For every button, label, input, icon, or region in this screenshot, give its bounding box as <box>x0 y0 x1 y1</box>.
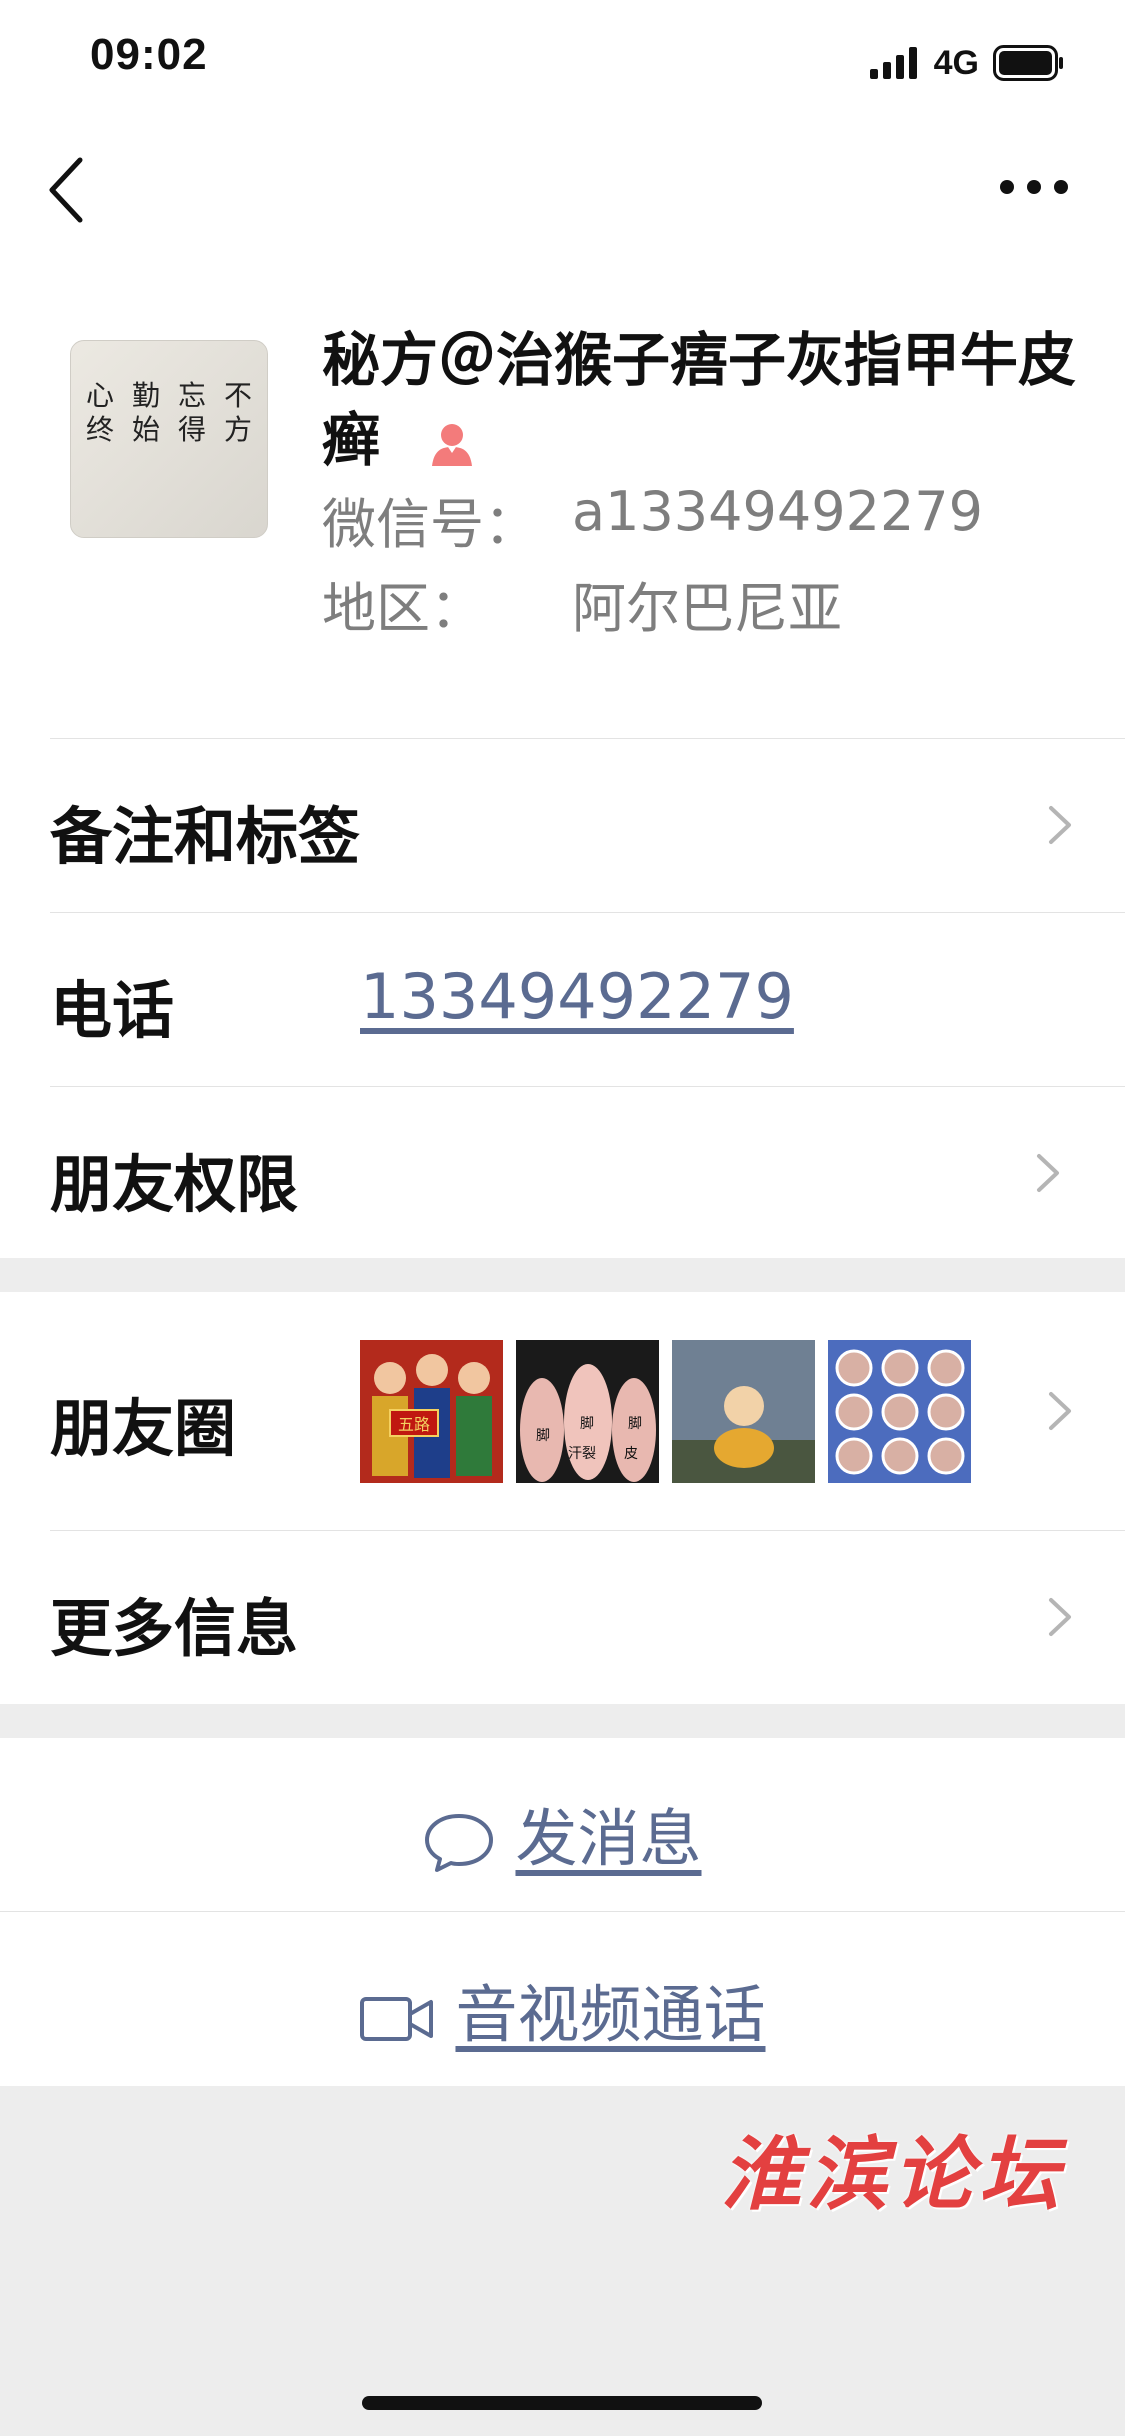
avatar-col: 忘得 <box>178 379 206 447</box>
send-message-content: 发消息 <box>0 1788 1125 1878</box>
avatar-glyph: 得 <box>177 413 206 446</box>
chat-bubble-icon <box>425 1813 494 1872</box>
avatar-glyph: 方 <box>223 413 252 446</box>
avatar-col: 不方 <box>224 379 252 447</box>
forum-watermark: 淮滨论坛 <box>721 2127 1065 2221</box>
moments-thumbnail <box>672 1340 815 1483</box>
video-call-label: 音视频通话 <box>455 1978 766 2051</box>
phone-number-link[interactable]: 13349492279 <box>360 960 794 1033</box>
avatar-glyph: 终 <box>85 413 114 446</box>
moments-thumbnail <box>828 1340 971 1483</box>
network-type: 4G <box>933 43 979 82</box>
phone-row: 电话 13349492279 <box>0 914 1125 1086</box>
more-info-label: 更多信息 <box>50 1592 299 1665</box>
skin-samples-image <box>828 1340 971 1483</box>
divider <box>50 738 1125 739</box>
region-value: 阿尔巴尼亚 <box>572 577 842 640</box>
avatar-glyph: 不 <box>223 379 252 412</box>
avatar-col: 心终 <box>86 379 114 447</box>
status-bar: 09:02 4G <box>0 0 1125 120</box>
remarks-tags-label: 备注和标签 <box>50 800 361 873</box>
status-time: 09:02 <box>90 30 208 79</box>
svg-text:脚: 脚 <box>628 1416 642 1432</box>
divider <box>50 1530 1125 1531</box>
monk-figure-image <box>672 1340 815 1483</box>
avatar-glyph: 始 <box>131 413 160 446</box>
home-indicator[interactable] <box>362 2396 762 2410</box>
status-indicators: 4G <box>869 38 1065 88</box>
friend-permissions-label: 朋友权限 <box>50 1148 299 1221</box>
phone-label: 电话 <box>50 974 175 1047</box>
more-options-icon[interactable] <box>999 175 1069 199</box>
divider <box>0 1911 1125 1912</box>
chevron-right-icon <box>1049 1392 1071 1430</box>
feet-image: 脚 脚 脚 汗裂 皮 <box>516 1340 659 1483</box>
profile-header: 心终 勤始 忘得 不方 秘方＠治猴子痦子灰指甲牛皮癣 微信号： a1334949… <box>0 300 1125 660</box>
moments-thumbnail: 脚 脚 脚 汗裂 皮 <box>516 1340 659 1483</box>
region-row: 地区： 阿尔巴尼亚 <box>322 564 842 643</box>
svg-text:汗裂: 汗裂 <box>568 1446 596 1462</box>
chevron-right-icon <box>1049 806 1071 844</box>
avatar-glyph: 忘 <box>177 379 206 412</box>
back-arrow-icon[interactable] <box>42 150 102 230</box>
wealth-gods-image: 五路 <box>360 1340 503 1483</box>
moments-label: 朋友圈 <box>50 1392 237 1465</box>
avatar-calligraphy: 心终 勤始 忘得 不方 <box>77 379 261 447</box>
send-message-label: 发消息 <box>515 1802 702 1875</box>
profile-name: 秘方＠治猴子痦子灰指甲牛皮癣 <box>322 320 1082 480</box>
nav-bar <box>0 120 1125 250</box>
friend-permissions-row[interactable]: 朋友权限 <box>0 1088 1125 1260</box>
moments-thumbnail: 五路 <box>360 1340 503 1483</box>
video-camera-icon <box>360 1996 434 2041</box>
chevron-right-icon <box>1049 1598 1071 1636</box>
svg-text:脚: 脚 <box>580 1416 594 1432</box>
wechat-id-row: 微信号： a13349492279 <box>322 480 983 559</box>
wechat-id-label: 微信号： <box>322 493 538 556</box>
region-label: 地区： <box>322 577 484 640</box>
battery-icon <box>993 45 1063 81</box>
moments-row[interactable]: 朋友圈 五路 脚 脚 脚 汗裂 皮 <box>0 1292 1125 1530</box>
divider <box>50 1086 1125 1087</box>
svg-text:脚: 脚 <box>536 1428 550 1444</box>
signal-icon <box>869 47 917 79</box>
video-call-button[interactable]: 音视频通话 <box>0 1914 1125 2084</box>
wechat-id-value: a13349492279 <box>572 480 984 543</box>
svg-text:皮: 皮 <box>624 1446 638 1462</box>
more-info-row[interactable]: 更多信息 <box>0 1532 1125 1704</box>
svg-text:五路: 五路 <box>398 1415 430 1434</box>
moments-thumbnails: 五路 脚 脚 脚 汗裂 皮 <box>360 1340 971 1483</box>
female-gender-icon <box>432 423 473 466</box>
chevron-right-icon <box>1037 1154 1059 1192</box>
avatar-glyph: 勤 <box>131 379 160 412</box>
avatar[interactable]: 心终 勤始 忘得 不方 <box>70 340 268 538</box>
divider <box>50 912 1125 913</box>
avatar-glyph: 心 <box>85 379 114 412</box>
video-call-content: 音视频通话 <box>0 1964 1125 2054</box>
avatar-col: 勤始 <box>132 379 160 447</box>
remarks-tags-row[interactable]: 备注和标签 <box>0 740 1125 912</box>
send-message-button[interactable]: 发消息 <box>0 1738 1125 1908</box>
